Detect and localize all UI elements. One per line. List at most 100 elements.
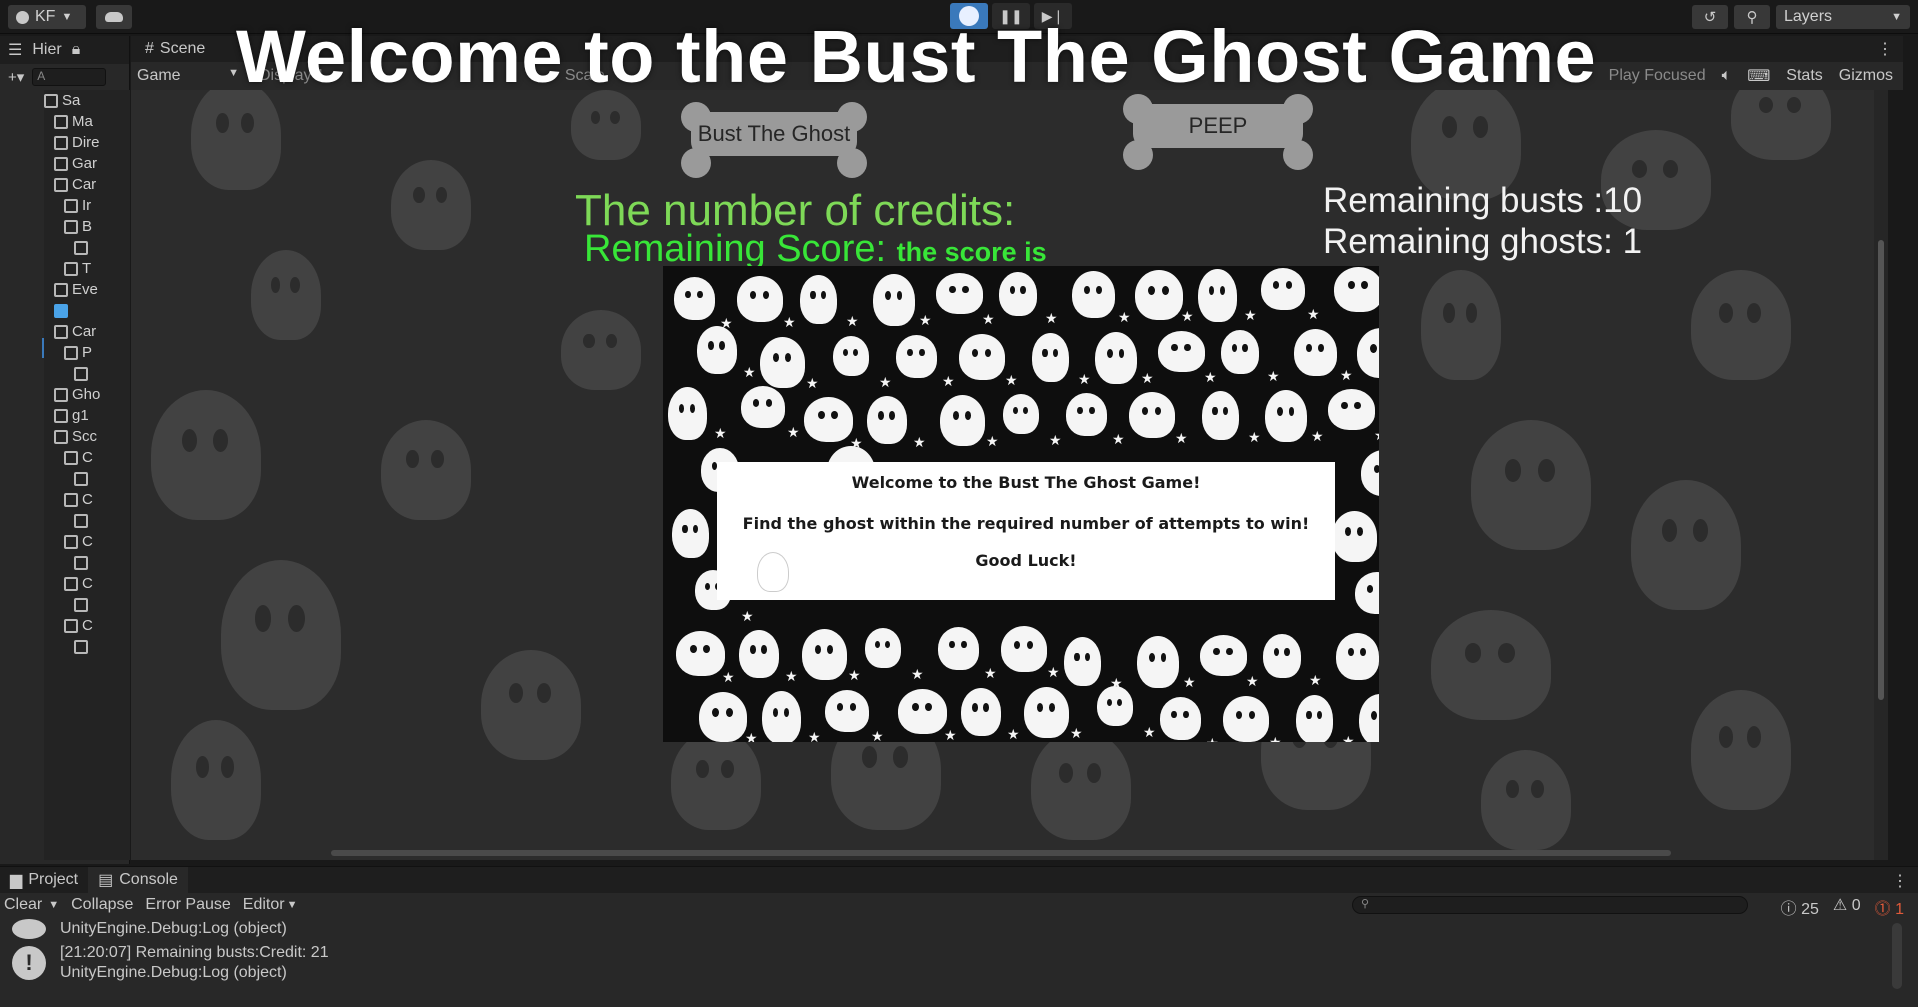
hierarchy-item[interactable] [44,237,130,258]
tab-project[interactable]: ▆ Project [0,867,88,893]
tab-console[interactable]: ▤ Console [88,867,188,893]
star-icon: ★ [1070,725,1083,741]
hierarchy-item[interactable]: C [44,489,130,510]
hierarchy-item[interactable] [44,300,130,321]
hierarchy-item[interactable]: Scc [44,426,130,447]
pattern-ghost-icon [1355,572,1379,614]
pattern-ghost-icon [760,337,805,388]
collapse-button[interactable]: Collapse [71,896,133,914]
stats-button[interactable]: Stats [1786,67,1822,85]
account-dropdown[interactable]: KF ▼ [8,5,86,29]
error-pause-button[interactable]: Error Pause [145,896,230,914]
cloud-button[interactable] [96,5,132,29]
warning-count: 0 [1851,897,1861,914]
hierarchy-item[interactable]: C [44,531,130,552]
star-icon: ★ [1007,726,1020,742]
horizontal-scrollbar[interactable] [331,850,1671,856]
hierarchy-item[interactable]: C [44,447,130,468]
star-icon: ★ [984,665,997,681]
hierarchy-item[interactable]: Ma [44,111,130,132]
log-entry[interactable]: ! [21:20:07] Remaining busts:Credit: 21 … [0,939,1880,987]
log-entry[interactable]: UnityEngine.Debug:Log (object) [0,919,1880,939]
keyboard-icon[interactable]: ⌨︎ [1747,66,1770,86]
star-icon: ★ [785,668,798,684]
hierarchy-item[interactable]: Dire [44,132,130,153]
tab-scene[interactable]: # Scene [131,36,219,62]
hierarchy-item[interactable] [44,594,130,615]
gameobject-icon [64,576,78,591]
vertical-scrollbar[interactable] [1874,90,1888,860]
pattern-ghost-icon [896,335,937,378]
gameobject-icon [54,303,68,318]
lock-icon[interactable]: 🔒︎ [72,41,81,59]
star-icon: ★ [1047,664,1060,680]
hierarchy-search-input[interactable]: A [32,68,107,86]
hierarchy-item[interactable]: Eve [44,279,130,300]
console-search-input[interactable]: ⚲ [1352,896,1748,914]
gizmos-button[interactable]: Gizmos [1839,67,1893,85]
star-icon: ★ [1112,431,1125,447]
console-panel: ▆ Project ▤ Console ⋮ Clear ▼ Collapse E… [0,866,1918,1007]
pattern-ghost-icon [1294,329,1337,376]
hierarchy-item[interactable] [44,468,130,489]
hierarchy-item[interactable]: C [44,573,130,594]
peep-button[interactable]: PEEP [1123,94,1313,148]
clear-button[interactable]: Clear [4,896,42,914]
editor-dropdown[interactable]: Editor [243,896,285,914]
hierarchy-item[interactable]: C [44,615,130,636]
hierarchy-item[interactable]: P [44,342,130,363]
history-button[interactable]: ↺ [1692,5,1728,29]
error-count-button[interactable]: ⓵ 1 [1875,895,1904,919]
pattern-ghost-icon [1359,694,1379,742]
pattern-ghost-icon [1095,332,1137,384]
scroll-thumb[interactable] [1878,240,1884,700]
hierarchy-tab[interactable]: ☰ Hier 🔒︎ [0,36,129,64]
tab-scene-label: Scene [159,40,206,57]
hierarchy-item[interactable] [44,636,130,657]
pattern-ghost-icon [699,692,747,742]
pattern-ghost-icon [1129,392,1175,438]
game-toolbar-right: Play Focused 🔈︎ ⌨︎ Stats Gizmos [1597,66,1893,86]
hierarchy-item[interactable] [44,363,130,384]
bust-the-ghost-button[interactable]: Bust The Ghost [681,102,867,156]
console-counts: ⓘ 25 ⚠ 0 ⓵ 1 [1781,895,1904,919]
gameobject-icon [54,408,68,423]
hierarchy-item[interactable]: Car [44,174,130,195]
star-icon: ★ [722,669,735,685]
hierarchy-item[interactable] [44,552,130,573]
hierarchy-item[interactable] [44,510,130,531]
hierarchy-item-label: g1 [72,407,89,424]
star-icon: ★ [913,434,926,450]
more-options-icon[interactable]: ⋮ [1877,39,1893,59]
hierarchy-item-label: C [82,491,93,508]
gameobject-icon [54,324,68,339]
add-icon[interactable]: +▾ [8,68,24,86]
console-scrollbar[interactable] [1892,923,1902,989]
hierarchy-item[interactable]: Gar [44,153,130,174]
warning-count-button[interactable]: ⚠ 0 [1833,895,1861,919]
info-icon: ⓘ [1780,901,1797,918]
hierarchy-item[interactable]: Gho [44,384,130,405]
gameobject-icon [54,135,68,150]
star-icon: ★ [1307,306,1320,322]
layers-dropdown[interactable]: Layers ▼ [1776,5,1910,29]
hierarchy-item[interactable]: T [44,258,130,279]
play-focused-dropdown[interactable]: Play Focused [1609,67,1706,85]
gameobject-icon [64,345,78,360]
pattern-ghost-icon [1263,634,1301,678]
hierarchy-item[interactable]: g1 [44,405,130,426]
more-options-icon[interactable]: ⋮ [1892,871,1908,891]
audio-icon[interactable]: 🔈︎ [1722,67,1732,85]
tab-project-label: Project [28,871,79,888]
hierarchy-item[interactable]: Ir [44,195,130,216]
search-button[interactable]: ⚲ [1734,5,1770,29]
background-ghost-icon [1691,270,1791,380]
log-count-button[interactable]: ⓘ 25 [1781,895,1819,919]
hierarchy-item[interactable]: Car [44,321,130,342]
hierarchy-item[interactable]: B [44,216,130,237]
game-view[interactable]: Bust The Ghost PEEP The number of credit… [131,90,1888,860]
chevron-down-icon[interactable]: ▼ [48,899,59,911]
game-view-dropdown[interactable]: Game ▼ [131,67,247,85]
pattern-ghost-icon [1357,328,1379,378]
hierarchy-item[interactable]: Sa [44,90,130,111]
